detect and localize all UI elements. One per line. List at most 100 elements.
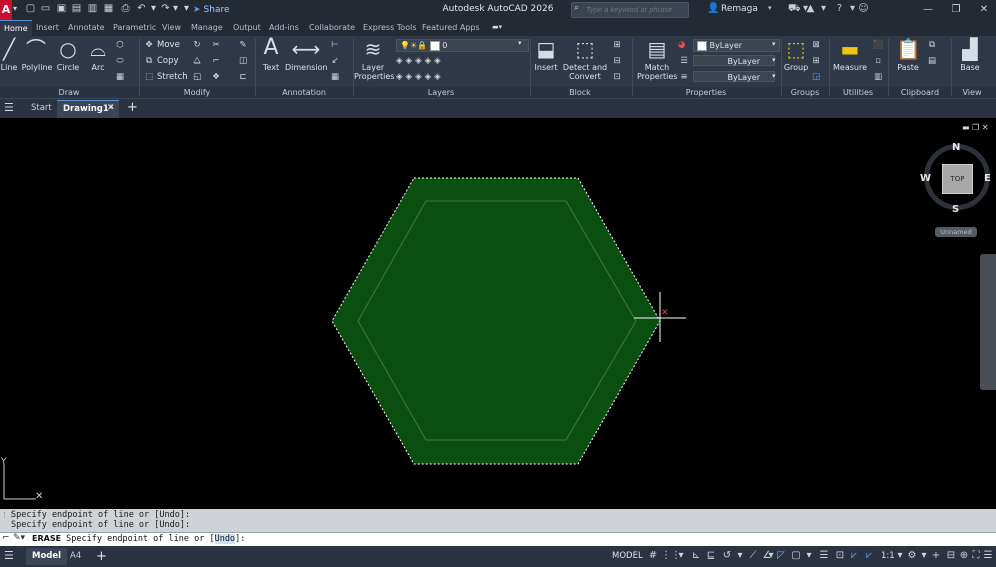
- copy-button[interactable]: ⧉ Copy: [143, 55, 179, 67]
- lineweight-toggle-icon[interactable]: ☰: [818, 549, 830, 563]
- arc-button[interactable]: Arc: [87, 63, 109, 72]
- dimension-icon[interactable]: ⟷: [291, 38, 321, 60]
- group-button[interactable]: Group: [782, 63, 810, 72]
- linetype-dropdown-caret-icon[interactable]: ▾: [772, 56, 776, 64]
- lineweight-icon[interactable]: ≡: [678, 71, 692, 83]
- attribute-icon[interactable]: ⊡: [611, 71, 625, 83]
- layer-properties-button[interactable]: Layer Properties: [354, 63, 394, 81]
- line-button[interactable]: Line: [0, 63, 18, 72]
- polyline-icon[interactable]: ⌒: [22, 38, 50, 60]
- group-selection-icon[interactable]: ◲: [810, 71, 824, 83]
- create-block-icon[interactable]: ⊞: [611, 39, 625, 51]
- redo-dropdown-icon[interactable]: ▾: [170, 3, 181, 15]
- id-point-icon[interactable]: ▫: [872, 55, 886, 67]
- close-tab-icon[interactable]: ✕: [107, 103, 115, 115]
- text-button[interactable]: Text: [259, 63, 283, 72]
- trim-icon[interactable]: ✂: [210, 39, 224, 51]
- ucs-menu[interactable]: Unnamed: [935, 227, 977, 237]
- block-panel-title[interactable]: Block: [531, 87, 629, 98]
- user-icon[interactable]: 👤: [707, 3, 719, 15]
- save-web-icon[interactable]: ▦: [103, 3, 114, 15]
- app-store-caret-icon[interactable]: ▾: [818, 3, 829, 15]
- grid-icon[interactable]: #: [647, 549, 659, 563]
- user-menu-caret-icon[interactable]: ▾: [768, 4, 772, 12]
- tab-annotate[interactable]: Annotate: [64, 20, 109, 36]
- drawing-svg[interactable]: ✕ ✕: [0, 118, 996, 509]
- color-dropdown[interactable]: ByLayer: [693, 39, 780, 52]
- feedback-icon[interactable]: ☺: [858, 3, 869, 15]
- user-name[interactable]: Remaga: [721, 4, 758, 14]
- move-button[interactable]: ✥ Move: [143, 39, 179, 51]
- match-properties-icon[interactable]: ▤: [644, 38, 670, 60]
- erase-icon[interactable]: ✎: [237, 39, 251, 51]
- detect-convert-icon[interactable]: ⬚: [572, 38, 598, 60]
- autodesk-app-store-icon[interactable]: ▲: [805, 3, 816, 15]
- help-caret-icon[interactable]: ▾: [847, 3, 858, 15]
- undo-icon[interactable]: ↶: [136, 3, 147, 15]
- annotation-monitor-icon[interactable]: +: [930, 549, 942, 563]
- autocad-logo-button[interactable]: A: [0, 0, 12, 20]
- tab-express-tools[interactable]: Express Tools: [359, 20, 421, 36]
- layout-menu-icon[interactable]: ☰: [4, 549, 16, 563]
- ribbon-options-icon[interactable]: ▬▾: [492, 23, 508, 32]
- polygon-icon[interactable]: ⬡: [114, 39, 128, 51]
- tab-collaborate[interactable]: Collaborate: [305, 20, 359, 36]
- base-view-icon[interactable]: ▟: [958, 38, 982, 60]
- fillet-icon[interactable]: ⌐: [210, 55, 224, 67]
- dimension-button[interactable]: Dimension: [285, 63, 328, 72]
- circle-button[interactable]: Circle: [55, 63, 81, 72]
- circle-icon[interactable]: ○: [57, 38, 79, 60]
- scale-icon[interactable]: ◱: [191, 71, 205, 83]
- tab-model[interactable]: Model: [26, 548, 68, 565]
- lineweight-dropdown[interactable]: ByLayer: [693, 71, 775, 82]
- compass-north[interactable]: N: [952, 142, 960, 153]
- save-as-icon[interactable]: ▤: [71, 3, 82, 15]
- add-layout-button[interactable]: +: [96, 548, 108, 565]
- polar-tracking-icon[interactable]: ↺: [721, 549, 733, 563]
- viewport-controls[interactable]: ▬ ❐ ✕: [962, 123, 992, 133]
- mirror-icon[interactable]: ⧋: [191, 55, 205, 67]
- draw-panel-title[interactable]: Draw: [0, 87, 138, 98]
- layers-panel-title[interactable]: Layers: [354, 87, 528, 98]
- annotation-panel-title[interactable]: Annotation: [256, 87, 352, 98]
- ellipse-icon[interactable]: ⬭: [114, 55, 128, 67]
- new-file-icon[interactable]: ▢: [25, 3, 36, 15]
- group-icon[interactable]: ⬚: [785, 38, 807, 60]
- plot-icon[interactable]: ⎙: [120, 3, 131, 15]
- units-icon[interactable]: ⊟: [945, 549, 957, 563]
- explode-icon[interactable]: ◫: [237, 55, 251, 67]
- paste-button[interactable]: Paste: [893, 63, 923, 72]
- tab-view[interactable]: View: [158, 20, 185, 36]
- save-icon[interactable]: ▣: [56, 3, 67, 15]
- selection-cycling-icon[interactable]: ⊡: [834, 549, 846, 563]
- insert-icon[interactable]: ⬓: [535, 38, 557, 60]
- customization-icon[interactable]: ☰: [982, 549, 994, 563]
- command-prompt[interactable]: ERASE Specify endpoint of line or [Undo]…: [32, 533, 245, 545]
- tab-output[interactable]: Output: [229, 20, 265, 36]
- cut-icon[interactable]: ▤: [926, 55, 940, 67]
- customize-qat-icon[interactable]: ▾: [181, 3, 192, 15]
- table-icon[interactable]: ▦: [329, 71, 343, 83]
- tab-start[interactable]: Start: [27, 101, 56, 116]
- snap-caret-icon[interactable]: ▾: [675, 549, 687, 563]
- linear-dim-icon[interactable]: ⊢: [329, 39, 343, 51]
- isolate-objects-icon[interactable]: ⊕: [958, 549, 970, 563]
- copy-clip-icon[interactable]: ⧉: [926, 39, 940, 51]
- lineweight-dropdown-caret-icon[interactable]: ▾: [772, 72, 776, 80]
- command-customize-icon[interactable]: ✎▾: [13, 533, 29, 545]
- measure-button[interactable]: Measure: [832, 63, 868, 72]
- minimize-button[interactable]: —: [918, 2, 938, 17]
- new-tab-button[interactable]: +: [127, 101, 139, 115]
- layer-properties-icon[interactable]: ≋: [360, 38, 386, 60]
- open-file-icon[interactable]: ▭: [40, 3, 51, 15]
- array-icon[interactable]: ❖: [210, 71, 224, 83]
- ungroup-icon[interactable]: ⊠: [810, 39, 824, 51]
- annotation-scale-caret-icon[interactable]: ▾: [894, 549, 906, 563]
- offset-icon[interactable]: ⊏: [237, 71, 251, 83]
- match-properties-button[interactable]: Match Properties: [637, 63, 677, 81]
- object-snap-caret-icon[interactable]: ▾: [803, 549, 815, 563]
- restore-button[interactable]: ❐: [946, 2, 966, 17]
- infer-constraints-icon[interactable]: ⊾: [690, 549, 702, 563]
- navigation-bar[interactable]: [980, 254, 996, 390]
- tab-featured-apps[interactable]: Featured Apps: [418, 20, 484, 36]
